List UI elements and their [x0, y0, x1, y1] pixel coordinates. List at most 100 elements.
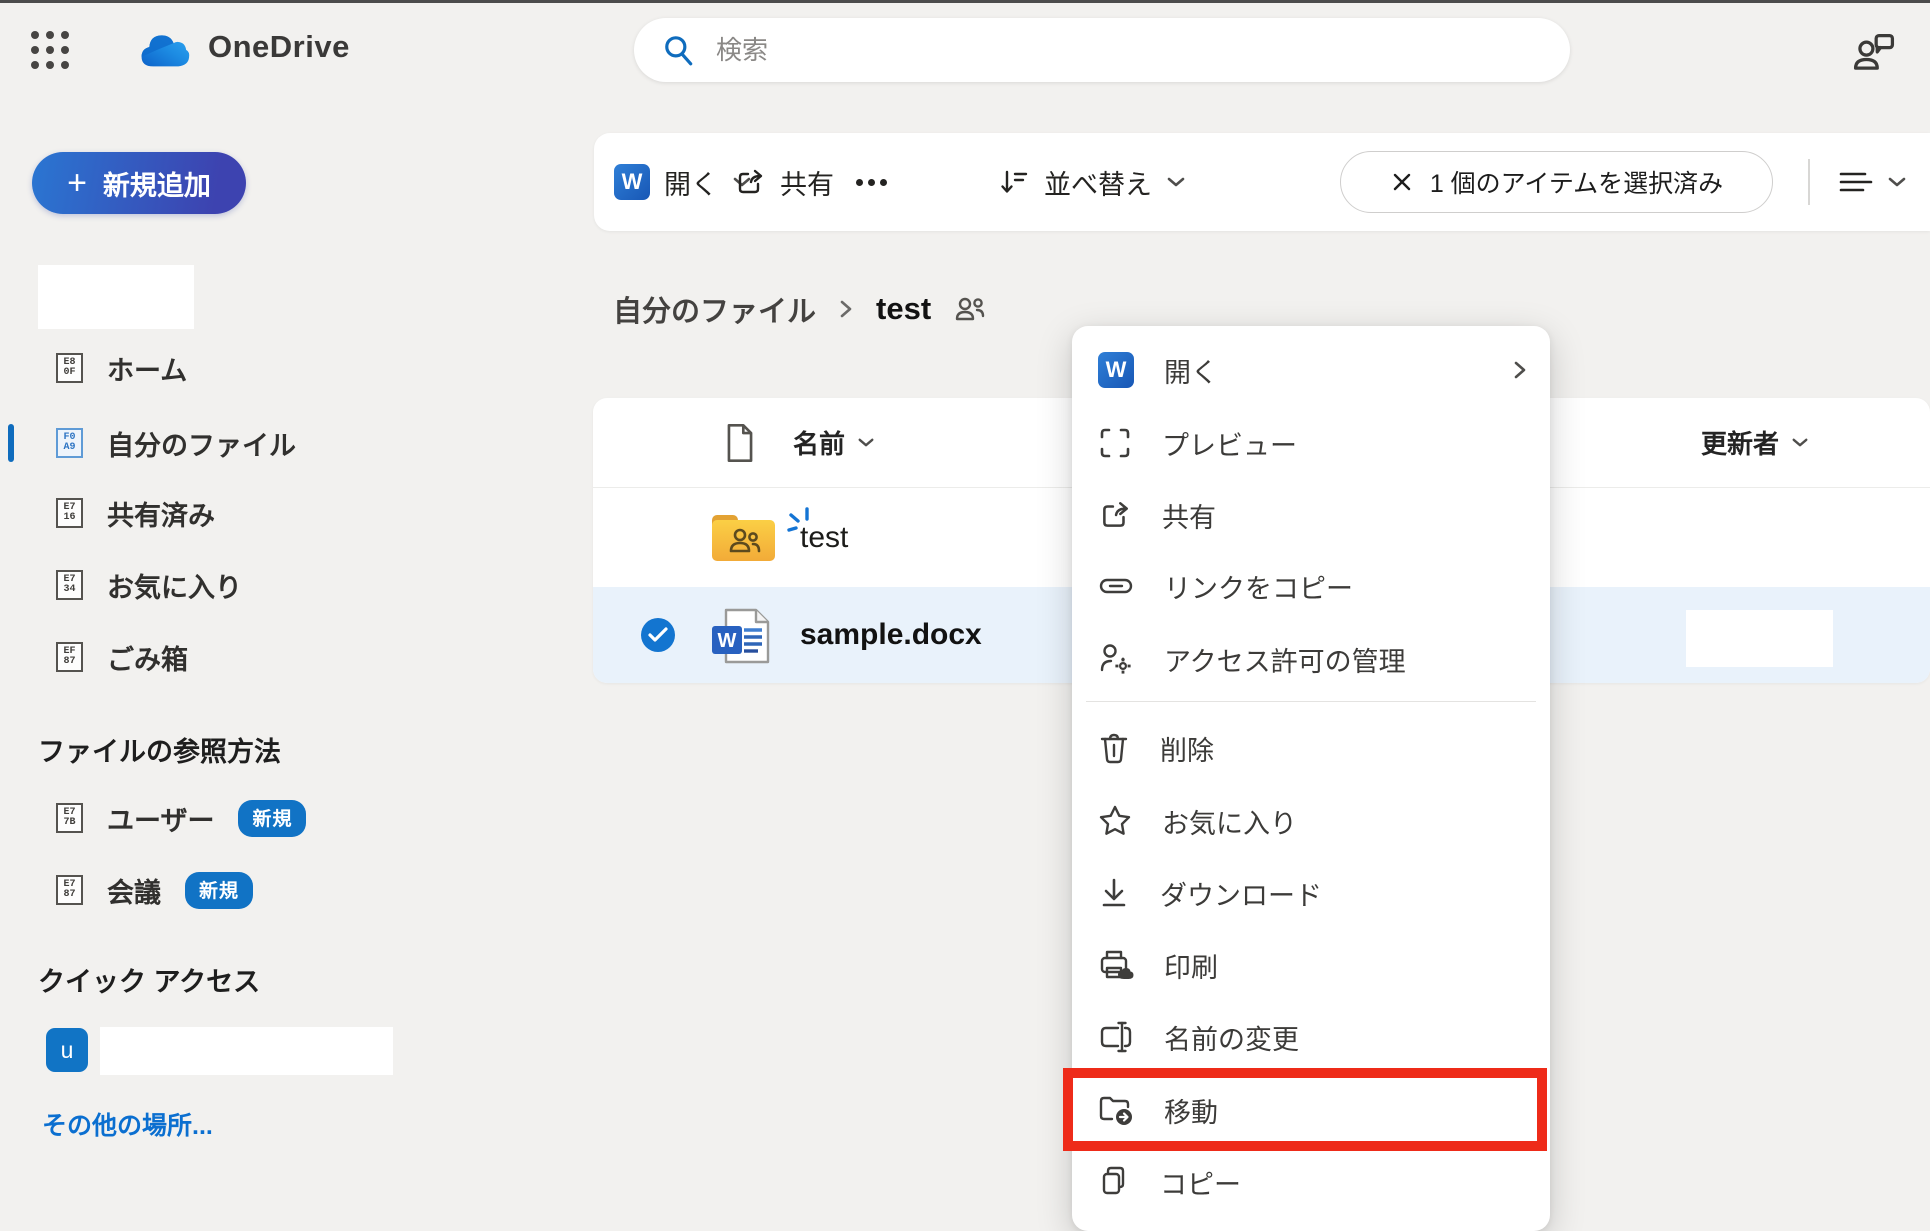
chevron-down-icon [857, 436, 875, 449]
plus-icon: + [67, 166, 87, 200]
menu-item-delete[interactable]: 削除 [1072, 712, 1550, 784]
star-icon [1098, 804, 1132, 838]
print-icon [1098, 948, 1134, 982]
onedrive-logo[interactable]: OneDrive [128, 26, 350, 68]
menu-item-copy[interactable]: コピー [1072, 1146, 1550, 1218]
menu-label: コピー [1160, 1163, 1241, 1202]
sidebar-item-label: ごみ箱 [107, 638, 188, 677]
sidebar-item-my-files[interactable]: F0A9 自分のファイル [0, 407, 460, 479]
redacted-profile-name [38, 265, 194, 329]
sidebar-item-shared[interactable]: E716 共有済み [0, 477, 460, 549]
menu-label: 印刷 [1164, 946, 1218, 985]
feedback-person-icon[interactable] [1845, 24, 1903, 82]
chevron-down-icon [1887, 175, 1907, 189]
redacted-site-name [100, 1027, 393, 1075]
sidebar-item-meetings[interactable]: E787 会議 新規 [0, 854, 460, 926]
menu-label: ダウンロード [1160, 874, 1322, 913]
sidebar-item-label: お気に入り [107, 566, 242, 605]
menu-item-rename[interactable]: 名前の変更 [1072, 1001, 1550, 1073]
menu-divider [1086, 701, 1536, 702]
link-icon [1098, 569, 1134, 603]
menu-item-print[interactable]: 印刷 [1072, 929, 1550, 1001]
breadcrumb-parent[interactable]: 自分のファイル [613, 288, 816, 330]
share-icon [734, 166, 766, 198]
document-icon [723, 422, 757, 464]
window-edge-strip [0, 0, 1930, 3]
shared-folder-icon [712, 515, 775, 561]
toolbar-divider [1808, 159, 1810, 205]
more-options-button[interactable] [856, 133, 887, 231]
chevron-down-icon [1166, 175, 1186, 189]
breadcrumb: 自分のファイル test [613, 288, 987, 330]
column-header-name[interactable]: 名前 [723, 398, 875, 487]
selection-count-label: 1 個のアイテムを選択済み [1430, 164, 1723, 200]
home-icon: E80F [56, 353, 83, 383]
sort-icon [998, 166, 1030, 198]
sidebar-item-favorites[interactable]: E734 お気に入り [0, 549, 460, 621]
add-new-button[interactable]: + 新規追加 [32, 152, 246, 214]
recycle-bin-icon: EF87 [56, 642, 83, 672]
shared-people-icon [953, 294, 987, 324]
manage-access-icon [1098, 642, 1134, 676]
menu-item-share[interactable]: 共有 [1072, 479, 1550, 551]
sort-button[interactable]: 並べ替え [998, 133, 1186, 231]
people-icon: E77B [56, 803, 83, 833]
clear-selection-pill[interactable]: 1 個のアイテムを選択済み [1340, 151, 1773, 213]
search-box[interactable] [634, 18, 1570, 82]
menu-label: 開く [1164, 351, 1218, 390]
share-button[interactable]: 共有 [734, 133, 834, 231]
search-icon [662, 33, 696, 67]
sidebar-item-label: 会議 [107, 871, 161, 910]
context-menu: W 開く プレビュー 共有 リンクをコピー アクセス許可の管理 [1072, 326, 1550, 1231]
chevron-down-icon [1791, 436, 1809, 449]
selection-check-icon[interactable] [641, 618, 675, 652]
sidebar-item-label: 自分のファイル [107, 424, 296, 463]
redacted-modified-by [1686, 610, 1833, 667]
search-input[interactable] [716, 35, 1516, 66]
quick-access-site-tile[interactable]: u [46, 1028, 88, 1072]
word-icon: W [614, 164, 650, 200]
menu-item-move[interactable]: 移動 [1072, 1074, 1550, 1146]
list-view-icon [1837, 167, 1873, 197]
sidebar-item-label: 共有済み [107, 494, 215, 533]
share-label: 共有 [780, 163, 834, 202]
file-name: test [800, 521, 848, 555]
sidebar-item-people[interactable]: E77B ユーザー 新規 [0, 782, 460, 854]
move-icon [1098, 1093, 1134, 1127]
menu-label: お気に入り [1162, 802, 1297, 841]
app-title: OneDrive [208, 29, 350, 65]
menu-item-download[interactable]: ダウンロード [1072, 857, 1550, 929]
column-header-modified-by[interactable]: 更新者 [1701, 398, 1809, 487]
menu-label: プレビュー [1162, 424, 1297, 463]
new-badge: 新規 [238, 800, 306, 837]
menu-item-copy-link[interactable]: リンクをコピー [1072, 550, 1550, 622]
view-options-button[interactable] [1837, 133, 1907, 231]
menu-label: 共有 [1162, 496, 1216, 535]
open-button[interactable]: W 開く [614, 133, 752, 231]
more-places-link[interactable]: その他の場所... [42, 1106, 213, 1142]
favorites-icon: E734 [56, 570, 83, 600]
menu-item-open[interactable]: W 開く [1072, 334, 1550, 406]
sidebar-item-label: ホーム [107, 349, 187, 388]
sidebar-item-recycle-bin[interactable]: EF87 ごみ箱 [0, 621, 460, 693]
add-new-label: 新規追加 [103, 164, 211, 203]
menu-item-manage-access[interactable]: アクセス許可の管理 [1072, 623, 1550, 695]
menu-label: 削除 [1160, 729, 1214, 768]
new-badge: 新規 [185, 872, 253, 909]
preview-icon [1098, 426, 1132, 460]
quick-access-heading: クイック アクセス [38, 960, 260, 999]
menu-item-preview[interactable]: プレビュー [1072, 407, 1550, 479]
my-files-icon: F0A9 [56, 428, 83, 458]
shared-icon: E716 [56, 498, 83, 528]
copy-icon [1098, 1165, 1130, 1199]
breadcrumb-current[interactable]: test [876, 291, 931, 327]
menu-item-favorite[interactable]: お気に入り [1072, 785, 1550, 857]
share-icon [1098, 498, 1132, 532]
onedrive-cloud-icon [128, 26, 190, 68]
sort-label: 並べ替え [1044, 163, 1152, 202]
sidebar-item-home[interactable]: E80F ホーム [0, 332, 460, 404]
menu-label: 移動 [1164, 1091, 1218, 1130]
command-toolbar: W 開く 共有 並べ替え 1 個のアイテムを選択済み [594, 133, 1930, 231]
app-launcher-waffle-icon[interactable] [20, 20, 80, 80]
rename-icon [1098, 1020, 1134, 1054]
